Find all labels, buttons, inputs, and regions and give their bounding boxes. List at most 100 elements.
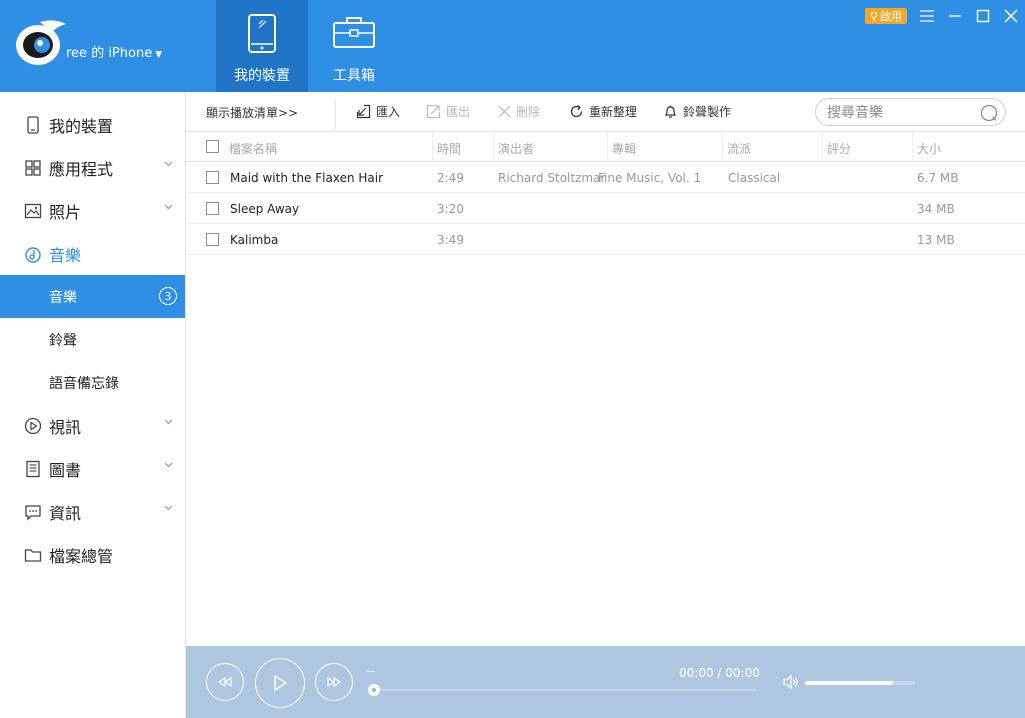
- activate-label: 啟用: [880, 10, 902, 23]
- show-playlist-link[interactable]: 顯示播放清單>>: [206, 104, 298, 121]
- play-button[interactable]: [255, 658, 305, 708]
- app-window: ree 的 iPhone ▼ 我的裝置 工具箱 ⚲ 啟用 我的裝置 應用程式 照…: [0, 0, 1025, 718]
- maximize-button[interactable]: [969, 2, 997, 30]
- cell-time: 3:20: [437, 202, 464, 216]
- rewind-icon: [217, 677, 232, 687]
- column-header-genre[interactable]: 流派: [727, 140, 751, 157]
- tab-toolbox[interactable]: 工具箱: [308, 0, 400, 92]
- track-title: --: [366, 664, 375, 678]
- import-icon: [356, 104, 371, 119]
- cell-size: 6.7 MB: [917, 171, 959, 185]
- next-button[interactable]: [315, 663, 353, 701]
- sidebar-item-label: 照片: [49, 202, 82, 222]
- tab-my-device[interactable]: 我的裝置: [216, 0, 308, 92]
- volume-icon[interactable]: [782, 674, 800, 690]
- column-divider: [432, 132, 433, 162]
- tab-toolbox-label: 工具箱: [333, 68, 375, 84]
- sidebar-item-books[interactable]: 圖書: [0, 447, 185, 490]
- delete-button[interactable]: 刪除: [498, 103, 540, 120]
- column-header-size[interactable]: 大小: [917, 140, 941, 157]
- sidebar-item-label: 視訊: [49, 417, 82, 437]
- close-icon: [1004, 9, 1018, 23]
- itools-logo-icon: [16, 20, 66, 65]
- image-icon: [24, 203, 42, 219]
- chevron-down-icon: [164, 204, 173, 210]
- chevron-down-icon: [164, 505, 173, 511]
- row-checkbox[interactable]: [206, 202, 219, 215]
- device-selector[interactable]: ree 的 iPhone ▼: [66, 42, 162, 61]
- tab-my-device-label: 我的裝置: [234, 68, 290, 84]
- refresh-button[interactable]: 重新整理: [569, 103, 637, 120]
- progress-bar[interactable]: [374, 689, 756, 691]
- table-header: 檔案名稱 時間 演出者 專輯 流派 評分 大小: [186, 132, 1025, 162]
- play-icon: [274, 674, 288, 692]
- minimize-button[interactable]: [941, 2, 969, 30]
- sidebar-item-label: 音樂: [49, 245, 82, 265]
- ringtone-maker-label: 鈴聲製作: [683, 105, 732, 119]
- time-display: 00:00 / 00:00: [679, 666, 760, 680]
- key-icon: ⚲: [869, 9, 878, 23]
- refresh-label: 重新整理: [589, 105, 638, 119]
- sidebar-subitem-voice-memos[interactable]: 語音備忘錄: [0, 361, 185, 404]
- column-header-album[interactable]: 專輯: [612, 140, 636, 157]
- minimize-icon: [949, 15, 961, 17]
- cell-size: 13 MB: [917, 233, 955, 247]
- cell-filename: Kalimba: [230, 233, 279, 247]
- table-row[interactable]: Kalimba 3:49 13 MB: [186, 224, 1025, 255]
- search-box: [815, 98, 1006, 126]
- toolbox-icon: [333, 17, 375, 48]
- table-row[interactable]: Sleep Away 3:20 34 MB: [186, 193, 1025, 224]
- chevron-down-icon: [164, 462, 173, 468]
- delete-label: 刪除: [516, 105, 541, 119]
- sidebar-item-label: 檔案總管: [49, 546, 114, 566]
- search-input[interactable]: [827, 103, 975, 122]
- import-button[interactable]: 匯入: [356, 103, 400, 120]
- export-button[interactable]: 匯出: [426, 103, 470, 120]
- column-header-artist[interactable]: 演出者: [498, 140, 534, 157]
- activate-button[interactable]: ⚲ 啟用: [864, 8, 907, 24]
- previous-button[interactable]: [206, 663, 244, 701]
- sidebar-item-photos[interactable]: 照片: [0, 189, 185, 232]
- sidebar-subitem-label: 語音備忘錄: [49, 375, 119, 392]
- sidebar-item-messages[interactable]: 資訊: [0, 490, 185, 533]
- sidebar-item-my-device[interactable]: 我的裝置: [0, 103, 185, 146]
- close-button[interactable]: [997, 2, 1025, 30]
- export-label: 匯出: [446, 105, 471, 119]
- sidebar-item-apps[interactable]: 應用程式: [0, 146, 185, 189]
- chevron-down-icon: ▼: [155, 50, 163, 60]
- volume-slider[interactable]: [805, 681, 915, 685]
- sidebar-subitem-label: 音樂: [49, 289, 77, 306]
- column-header-rating[interactable]: 評分: [827, 140, 851, 157]
- search-icon[interactable]: [979, 103, 999, 123]
- sidebar-item-file-manager[interactable]: 檔案總管: [0, 533, 185, 576]
- device-name-label: ree 的 iPhone: [66, 46, 153, 61]
- sidebar-item-video[interactable]: 視訊: [0, 404, 185, 447]
- cell-genre: Classical: [728, 171, 781, 185]
- fast-forward-icon: [327, 677, 342, 687]
- column-header-filename[interactable]: 檔案名稱: [229, 140, 277, 157]
- table-row[interactable]: Maid with the Flaxen Hair 2:49 Richard S…: [186, 162, 1025, 193]
- delete-x-icon: [498, 105, 511, 118]
- row-checkbox[interactable]: [206, 171, 219, 184]
- chevron-down-icon: [164, 419, 173, 425]
- top-bar: ree 的 iPhone ▼ 我的裝置 工具箱 ⚲ 啟用: [0, 0, 1025, 92]
- sidebar-subitem-music[interactable]: 音樂 3: [0, 275, 185, 318]
- message-icon: [25, 505, 41, 521]
- column-divider: [722, 132, 723, 162]
- menu-button[interactable]: [913, 2, 941, 30]
- column-header-time[interactable]: 時間: [437, 140, 461, 157]
- column-divider: [493, 132, 494, 162]
- select-all-checkbox[interactable]: [206, 140, 219, 153]
- sidebar-item-music[interactable]: 音樂: [0, 232, 185, 275]
- book-icon: [26, 460, 40, 478]
- cell-artist: Richard Stoltzman; Sl: [498, 171, 606, 185]
- row-checkbox[interactable]: [206, 233, 219, 246]
- column-divider: [822, 132, 823, 162]
- hamburger-menu-icon: [920, 10, 934, 22]
- ringtone-maker-button[interactable]: 鈴聲製作: [663, 103, 731, 120]
- sidebar-subitem-label: 鈴聲: [49, 332, 77, 349]
- phone-icon: [27, 116, 39, 134]
- toolbar-divider: [335, 100, 336, 130]
- sidebar-subitem-ringtones[interactable]: 鈴聲: [0, 318, 185, 361]
- progress-handle[interactable]: [368, 684, 380, 696]
